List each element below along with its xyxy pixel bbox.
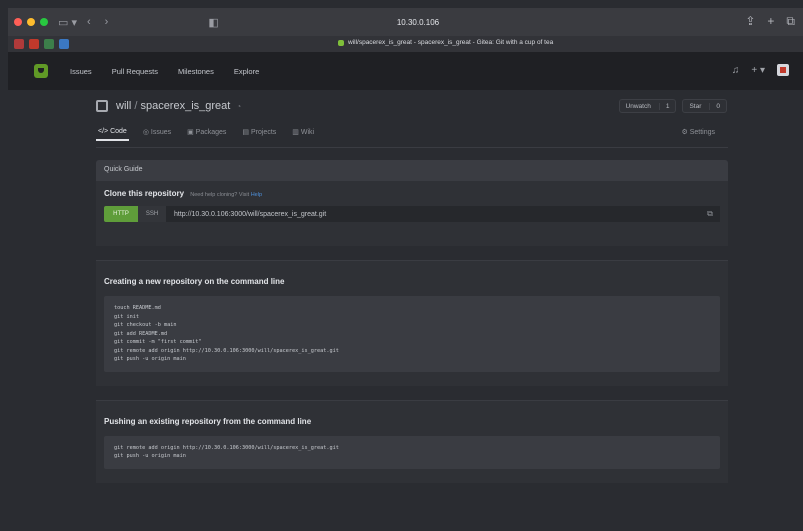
forward-icon[interactable]: › (105, 16, 109, 28)
active-tab[interactable]: will/spacerex_is_great - spacerex_is_gre… (338, 39, 553, 46)
clone-section: Clone this repository Need help cloning?… (96, 180, 728, 246)
push-existing-title: Pushing an existing repository from the … (104, 416, 312, 426)
nav-pull-requests[interactable]: Pull Requests (112, 67, 158, 76)
sidebar-icon[interactable]: ▭ ▾ (58, 16, 77, 29)
tab-settings[interactable]: ⚙ Settings (681, 128, 715, 136)
browser-tabbar: will/spacerex_is_great - spacerex_is_gre… (8, 36, 803, 52)
repo-icon (96, 100, 108, 112)
tab-wiki-label: Wiki (300, 129, 315, 136)
tab-title: will/spacerex_is_great - spacerex_is_gre… (348, 39, 554, 46)
tab-projects[interactable]: ▤ Projects (240, 124, 278, 141)
copy-icon[interactable]: ⧉ (700, 206, 720, 222)
new-tab-icon[interactable]: + (767, 14, 774, 29)
gitea-logo-icon[interactable] (34, 64, 48, 78)
push-existing-code: git remote add origin http://10.30.0.106… (104, 435, 720, 469)
tab-divider (96, 147, 728, 148)
pinned-tab[interactable] (14, 39, 24, 49)
quick-guide-panel: Quick Guide Clone this repository Need h… (96, 160, 728, 483)
ssh-button[interactable]: SSH (138, 206, 166, 222)
quick-guide-header: Quick Guide (96, 160, 728, 180)
repo-tabs: </> Code ◎ Issues ▣ Packages ▤ Projects … (96, 124, 316, 141)
tab-issues[interactable]: ◎ Issues (141, 124, 173, 141)
avatar[interactable] (777, 64, 789, 76)
back-icon[interactable]: ‹ (87, 16, 91, 28)
tab-settings-label: Settings (689, 129, 715, 136)
pinned-tab[interactable] (44, 39, 54, 49)
tab-overview-icon[interactable]: ⧉ (786, 14, 795, 29)
gitea-favicon-icon (338, 39, 344, 46)
tab-issues-label: Issues (150, 129, 172, 136)
nav-milestones[interactable]: Milestones (178, 67, 214, 76)
star-count: 0 (709, 102, 720, 110)
repo-title: will / spacerex_is_great ◔ (116, 100, 242, 112)
new-repo-title: Creating a new repository on the command… (104, 277, 285, 286)
section-gap (96, 246, 728, 260)
minimize-window-button[interactable] (27, 18, 35, 26)
privacy-shield-icon[interactable]: ◧ (208, 16, 218, 29)
new-repo-code: touch README.md git init git checkout -b… (104, 296, 720, 372)
address-bar[interactable]: 10.30.0.106 (248, 12, 588, 32)
star-button[interactable]: Star 0 (682, 99, 727, 113)
pinned-tab[interactable] (59, 39, 69, 49)
share-icon[interactable]: ⇪ (745, 14, 755, 29)
rss-icon[interactable]: ◔ (236, 102, 241, 111)
section-gap (96, 385, 728, 400)
clone-url-row: HTTP SSH http://10.30.0.106:3000/will/sp… (104, 206, 720, 222)
window-controls (14, 18, 48, 26)
tab-code[interactable]: </> Code (96, 124, 129, 141)
clone-title-text: Clone this repository (104, 189, 185, 198)
push-existing-section: Pushing an existing repository from the … (96, 399, 728, 483)
nav-issues[interactable]: Issues (70, 67, 92, 76)
tab-code-label: Code (110, 128, 127, 135)
repo-owner-link[interactable]: will (116, 100, 131, 112)
bell-icon[interactable]: ♫ (732, 65, 740, 76)
pinned-tab[interactable] (29, 39, 39, 49)
address-text[interactable]: 10.30.0.106 (397, 18, 439, 27)
clone-url-field[interactable]: http://10.30.0.106:3000/will/spacerex_is… (166, 206, 700, 222)
repo-name-link[interactable]: spacerex_is_great (140, 100, 230, 112)
clone-help-link[interactable]: Help (251, 192, 262, 198)
star-label: Star (689, 102, 702, 110)
repo-header: will / spacerex_is_great ◔ Unwatch 1 Star… (8, 90, 803, 150)
site-navbar: Issues Pull Requests Milestones Explore … (8, 52, 803, 90)
tab-wiki[interactable]: ▥ Wiki (290, 124, 316, 141)
clone-help: Need help cloning? Visit Help (190, 192, 262, 198)
clone-title: Clone this repository Need help cloning?… (104, 189, 720, 198)
tab-packages[interactable]: ▣ Packages (185, 124, 228, 141)
create-menu[interactable]: + ▾ (751, 65, 765, 76)
zoom-window-button[interactable] (40, 18, 48, 26)
browser-titlebar: ▭ ▾ ‹ › ◧ 10.30.0.106 ⇪ + ⧉ (8, 8, 803, 36)
unwatch-button[interactable]: Unwatch 1 (618, 99, 677, 113)
close-window-button[interactable] (14, 18, 22, 26)
unwatch-label: Unwatch (625, 102, 651, 110)
tab-packages-label: Packages (195, 129, 227, 136)
watch-count: 1 (658, 102, 669, 110)
http-button[interactable]: HTTP (104, 206, 138, 222)
nav-explore[interactable]: Explore (234, 67, 259, 76)
new-repo-section: Creating a new repository on the command… (96, 260, 728, 386)
tab-projects-label: Projects (250, 129, 277, 136)
clone-help-text: Need help cloning? Visit (190, 192, 250, 198)
